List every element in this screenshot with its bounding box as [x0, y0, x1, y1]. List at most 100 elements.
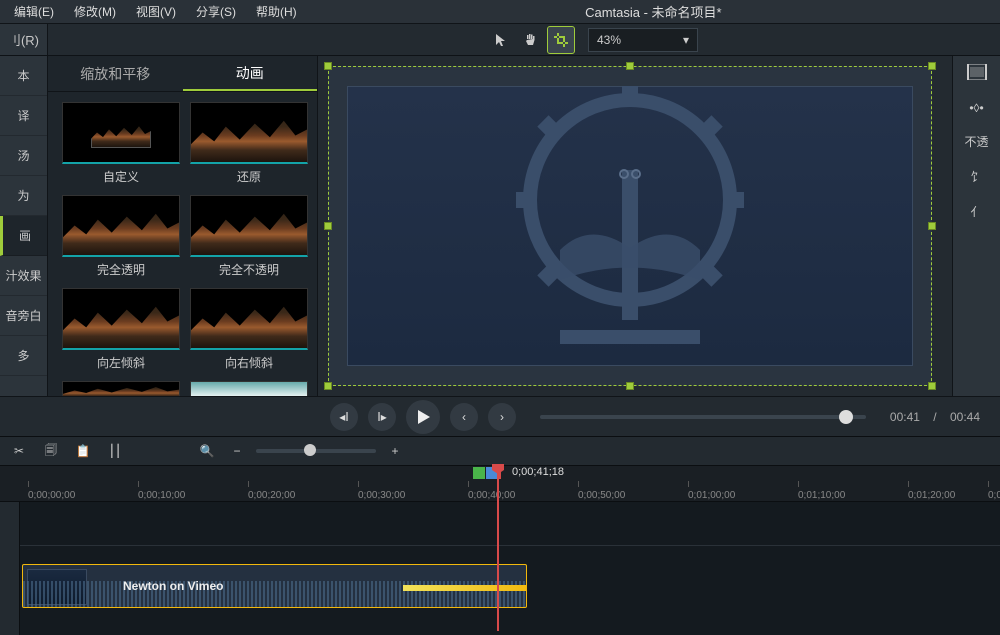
crop-handle[interactable]: [928, 222, 936, 230]
timeline-clip[interactable]: Newton on Vimeo: [22, 564, 527, 608]
zoom-knob[interactable]: [304, 444, 316, 456]
track-lane-empty[interactable]: [20, 502, 1000, 546]
rail-item-0[interactable]: 本: [0, 56, 47, 96]
playhead[interactable]: [497, 466, 499, 631]
thumb-label: 完全不透明: [219, 261, 279, 278]
rail-item-7[interactable]: 多: [0, 336, 47, 376]
timeline-toolbar: ✂ 🗐 📋 ⎮⎮ 🔍 − +: [0, 436, 1000, 466]
crop-handle[interactable]: [324, 222, 332, 230]
filmstrip-icon[interactable]: [967, 64, 987, 83]
thumb-extra-1[interactable]: [62, 381, 180, 396]
timeline-ruler[interactable]: 0;00;00;00 0;00;10;00 0;00;20;00 0;00;30…: [0, 481, 1000, 501]
split-icon[interactable]: ⎮⎮: [104, 440, 126, 462]
ruler-tick: 0;01;3: [988, 490, 1000, 501]
transition-icon[interactable]: •◊•: [969, 101, 983, 115]
record-menu[interactable]: 刂(R): [0, 24, 48, 55]
right-label-2[interactable]: 饣: [970, 168, 982, 185]
thumb-custom[interactable]: 自定义: [62, 102, 180, 189]
track-lane-1[interactable]: Newton on Vimeo: [20, 564, 1000, 608]
zoom-out-button[interactable]: −: [226, 440, 248, 462]
top-strip: 刂(R) 43% ▾: [0, 24, 1000, 56]
app-title: Camtasia - 未命名项目*: [585, 2, 722, 21]
main-area: 本 译 汤 为 画 汁效果 音旁白 多 缩放和平移 动画 自定义 还原: [0, 56, 1000, 396]
marker-green[interactable]: [473, 467, 485, 479]
crop-handle[interactable]: [626, 62, 634, 70]
crop-tool-icon[interactable]: [548, 27, 574, 53]
timeline-tracks[interactable]: Newton on Vimeo: [0, 502, 1000, 635]
crop-handle[interactable]: [928, 62, 936, 70]
pointer-tool-icon[interactable]: [488, 27, 514, 53]
ruler-tick: 0;01;20;00: [908, 490, 955, 501]
time-current: 00:41: [890, 410, 920, 424]
menu-share[interactable]: 分享(S): [186, 3, 246, 20]
time-total: 00:44: [950, 410, 980, 424]
gear-graphic-icon: [500, 80, 760, 360]
timeline-zoom-slider[interactable]: [256, 449, 376, 453]
next-frame-button[interactable]: Ⅰ▸: [368, 403, 396, 431]
ruler-tick: 0;00;30;00: [358, 490, 405, 501]
canvas-content[interactable]: [347, 86, 913, 366]
seek-knob[interactable]: [839, 410, 853, 424]
crop-handle[interactable]: [626, 382, 634, 390]
ruler-tick: 0;00;00;00: [28, 490, 75, 501]
animation-thumbnails: 自定义 还原 完全透明 完全不透明: [48, 92, 317, 396]
crop-handle[interactable]: [324, 382, 332, 390]
ruler-tick: 0;01;10;00: [798, 490, 845, 501]
right-label-opacity[interactable]: 不透: [964, 133, 988, 150]
ruler-tick: 0;00;50;00: [578, 490, 625, 501]
tab-zoom-pan[interactable]: 缩放和平移: [48, 56, 183, 91]
rail-item-5[interactable]: 汁效果: [0, 256, 47, 296]
thumb-fully-transparent[interactable]: 完全透明: [62, 195, 180, 282]
menu-edit[interactable]: 编辑(E): [4, 3, 64, 20]
menu-help[interactable]: 帮助(H): [246, 3, 307, 20]
zoom-search-icon[interactable]: 🔍: [196, 440, 218, 462]
cut-icon[interactable]: ✂: [8, 440, 30, 462]
prev-frame-button[interactable]: ◂Ⅰ: [330, 403, 358, 431]
ruler-tick: 0;00;10;00: [138, 490, 185, 501]
ruler-tick: 0;01;00;00: [688, 490, 735, 501]
copy-icon[interactable]: 🗐: [40, 440, 62, 462]
right-properties-rail: •◊• 不透 饣 亻: [952, 56, 1000, 396]
thumb-tilt-left[interactable]: 向左倾斜: [62, 288, 180, 375]
zoom-in-button[interactable]: +: [384, 440, 406, 462]
tab-animation[interactable]: 动画: [183, 56, 318, 91]
thumb-label: 还原: [237, 168, 261, 185]
thumb-label: 向左倾斜: [97, 354, 145, 371]
thumb-label: 自定义: [103, 168, 139, 185]
thumb-fully-opaque[interactable]: 完全不透明: [190, 195, 308, 282]
animation-arrow-icon[interactable]: [403, 585, 527, 591]
track-headers[interactable]: [0, 502, 20, 635]
canvas-zoom-value: 43%: [597, 33, 621, 47]
rail-item-6[interactable]: 音旁白: [0, 296, 47, 336]
time-sep: /: [930, 410, 940, 424]
preview-canvas[interactable]: [318, 56, 952, 396]
ruler-tick: 0;00;40;00: [468, 490, 515, 501]
thumb-tilt-right[interactable]: 向右倾斜: [190, 288, 308, 375]
prev-marker-button[interactable]: ‹: [450, 403, 478, 431]
menu-modify[interactable]: 修改(M): [64, 3, 126, 20]
menu-view[interactable]: 视图(V): [126, 3, 186, 20]
thumb-restore[interactable]: 还原: [190, 102, 308, 189]
left-tool-rail: 本 译 汤 为 画 汁效果 音旁白 多: [0, 56, 48, 396]
playback-bar: ◂Ⅰ Ⅰ▸ ‹ › 00:41 / 00:44: [0, 396, 1000, 436]
rail-item-1[interactable]: 译: [0, 96, 47, 136]
thumb-extra-2[interactable]: [190, 381, 308, 396]
rail-item-4[interactable]: 画: [0, 216, 47, 256]
rail-item-2[interactable]: 汤: [0, 136, 47, 176]
seek-slider[interactable]: [540, 415, 866, 419]
thumb-label: 完全透明: [97, 261, 145, 278]
crop-handle[interactable]: [324, 62, 332, 70]
clip-label: Newton on Vimeo: [123, 579, 223, 593]
play-button[interactable]: [406, 400, 440, 434]
playhead-timecode: 0;00;41;18: [512, 466, 564, 478]
pan-tool-icon[interactable]: [518, 27, 544, 53]
next-marker-button[interactable]: ›: [488, 403, 516, 431]
paste-icon[interactable]: 📋: [72, 440, 94, 462]
rail-item-3[interactable]: 为: [0, 176, 47, 216]
crop-handle[interactable]: [928, 382, 936, 390]
thumb-label: 向右倾斜: [225, 354, 273, 371]
canvas-zoom-dropdown[interactable]: 43% ▾: [588, 28, 698, 52]
menubar: 编辑(E) 修改(M) 视图(V) 分享(S) 帮助(H) Camtasia -…: [0, 0, 1000, 24]
right-label-3[interactable]: 亻: [970, 203, 982, 220]
canvas-crop-bounds[interactable]: [328, 66, 932, 386]
